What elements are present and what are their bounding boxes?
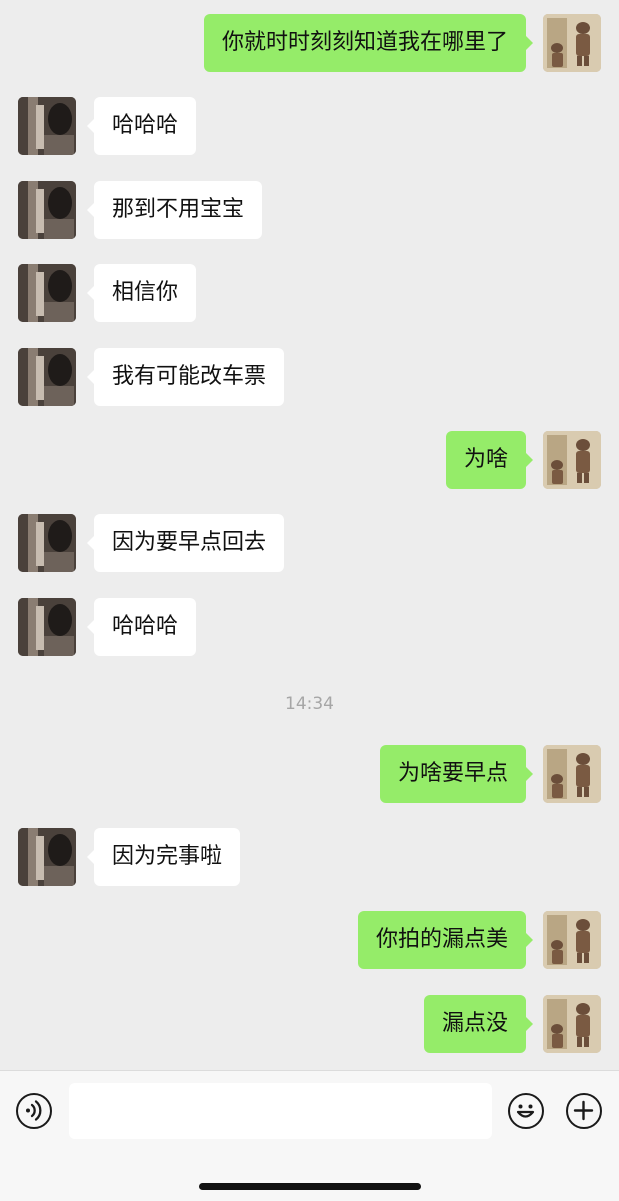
contact-avatar[interactable] [18,348,76,406]
message-input[interactable] [69,1083,492,1139]
contact-avatar[interactable] [18,514,76,572]
my-avatar[interactable] [543,745,601,803]
chat-area: 你就时时刻刻知道我在哪里了 哈哈哈 那到不用宝宝 相信你 我有可能改车票 为啥 … [0,0,619,1070]
contact-avatar[interactable] [18,264,76,322]
message-bubble-other[interactable]: 哈哈哈 [86,97,197,155]
message-bubble-other[interactable]: 相信你 [86,264,197,322]
message-bubble-self[interactable]: 为啥要早点 [379,745,534,803]
input-bar [0,1070,619,1201]
message-bubble-self[interactable]: 漏点没 [423,995,534,1053]
message-bubble-other[interactable]: 我有可能改车票 [86,348,285,406]
message-bubble-self[interactable]: 为啥 [445,431,534,489]
message-bubble-self[interactable]: 你拍的漏点美 [357,911,534,969]
contact-avatar[interactable] [18,598,76,656]
my-avatar[interactable] [543,911,601,969]
home-indicator[interactable] [199,1183,421,1190]
emoji-icon[interactable] [508,1093,544,1129]
message-timestamp: 14:34 [285,694,334,714]
contact-avatar[interactable] [18,97,76,155]
message-bubble-other[interactable]: 因为完事啦 [86,828,241,886]
my-avatar[interactable] [543,995,601,1053]
my-avatar[interactable] [543,431,601,489]
message-bubble-self[interactable]: 你就时时刻刻知道我在哪里了 [203,14,534,72]
contact-avatar[interactable] [18,828,76,886]
contact-avatar[interactable] [18,181,76,239]
message-bubble-other[interactable]: 那到不用宝宝 [86,181,263,239]
message-bubble-other[interactable]: 哈哈哈 [86,598,197,656]
voice-icon[interactable] [16,1093,52,1129]
plus-icon[interactable] [566,1093,602,1129]
my-avatar[interactable] [543,14,601,72]
message-bubble-other[interactable]: 因为要早点回去 [86,514,285,572]
